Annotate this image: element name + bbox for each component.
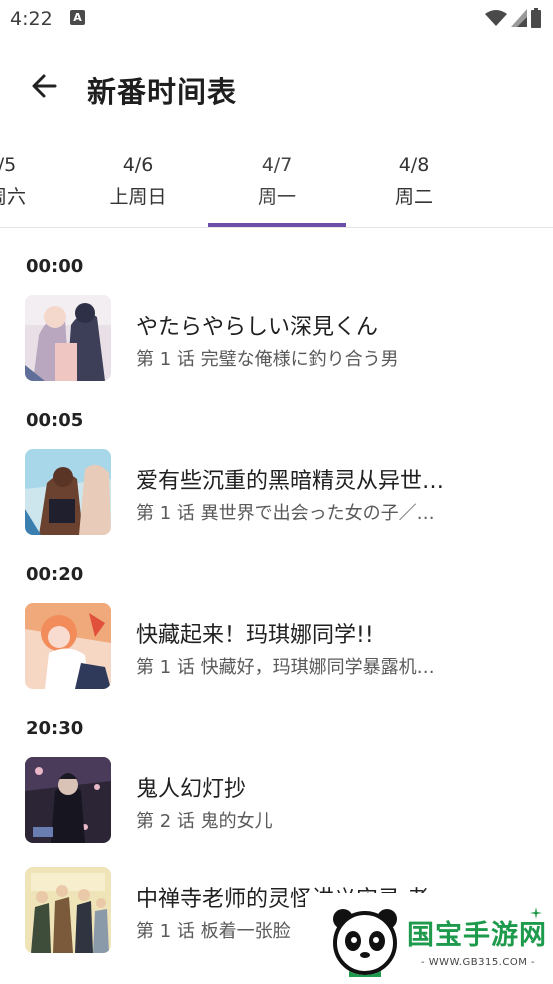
- tab-weekday: 周: [510, 182, 553, 209]
- anime-title: 爱有些沉重的黑暗精灵从异世…: [136, 469, 445, 494]
- episode-subtitle: 第 1 话 快藏好，玛琪娜同学暴露机…: [136, 657, 435, 678]
- anime-cover-image: [25, 449, 111, 535]
- time-label: 00:20: [26, 564, 84, 585]
- anime-title: やたらやらしい深見くん: [136, 315, 379, 340]
- episode-subtitle: 第 1 话 完璧な俺様に釣り合う男: [136, 349, 399, 370]
- anime-cover-image: [25, 867, 111, 953]
- watermark-name: 国宝手游网: [407, 920, 547, 951]
- notification-icon: A: [70, 10, 85, 25]
- tab-indicator: [208, 223, 346, 227]
- status-icons: [485, 8, 541, 28]
- tab-weekday: 周二: [394, 186, 433, 208]
- tab-date: 4/7: [261, 154, 293, 176]
- time-label: 00:00: [26, 256, 84, 277]
- tab-weekday: 周一: [257, 186, 296, 208]
- tab-day-9[interactable]: 4/ 周: [510, 152, 553, 226]
- tab-day-8[interactable]: 4/8 周二: [349, 152, 479, 226]
- anime-cover-image: [25, 757, 111, 843]
- tab-day-6[interactable]: 4/6 上周日: [73, 152, 203, 226]
- time-label: 20:30: [26, 718, 84, 739]
- anime-title: 鬼人幻灯抄: [136, 777, 247, 802]
- episode-subtitle: 第 1 话 異世界で出会った女の子／…: [136, 503, 435, 524]
- tab-date: 4/: [510, 154, 553, 176]
- battery-icon: [531, 8, 541, 28]
- signal-icon: [511, 9, 527, 27]
- time-label: 00:05: [26, 410, 84, 431]
- anime-entry[interactable]: 快藏起来！玛琪娜同学!! 第 1 话 快藏好，玛琪娜同学暴露机…: [0, 603, 553, 693]
- sparkle-icon: [530, 907, 542, 919]
- tab-weekday: 周六: [0, 186, 26, 208]
- tab-date: 4/8: [398, 154, 430, 176]
- tab-date: 4/6: [122, 154, 154, 176]
- back-button[interactable]: [22, 64, 66, 108]
- status-time: 4:22: [10, 8, 53, 30]
- day-tabs: /5 周六 4/6 上周日 4/7 周一 4/8 周二 4/ 周: [0, 148, 553, 228]
- status-bar: 4:22 A: [0, 0, 553, 36]
- panda-logo-icon: [333, 909, 397, 977]
- arrow-left-icon: [32, 74, 57, 98]
- watermark-url: - WWW.GB315.COM -: [421, 957, 536, 968]
- anime-title: 快藏起来！玛琪娜同学!!: [136, 623, 374, 648]
- tab-day-7[interactable]: 4/7 周一: [212, 152, 342, 226]
- episode-subtitle: 第 2 话 鬼的女儿: [136, 811, 273, 832]
- wifi-icon: [485, 10, 507, 26]
- tab-day-5[interactable]: /5 周六: [0, 152, 72, 226]
- tab-date: /5: [0, 154, 17, 176]
- anime-cover-image: [25, 295, 111, 381]
- anime-entry[interactable]: 鬼人幻灯抄 第 2 话 鬼的女儿: [0, 757, 553, 847]
- toolbar: 新番时间表: [0, 56, 553, 120]
- anime-cover-image: [25, 603, 111, 689]
- tab-weekday: 上周日: [109, 186, 167, 208]
- anime-entry[interactable]: やたらやらしい深見くん 第 1 话 完璧な俺様に釣り合う男: [0, 295, 553, 385]
- watermark-logo: 国宝手游网 - WWW.GB315.COM -: [305, 893, 553, 984]
- page-title: 新番时间表: [87, 75, 238, 109]
- anime-entry[interactable]: 爱有些沉重的黑暗精灵从异世… 第 1 话 異世界で出会った女の子／…: [0, 449, 553, 539]
